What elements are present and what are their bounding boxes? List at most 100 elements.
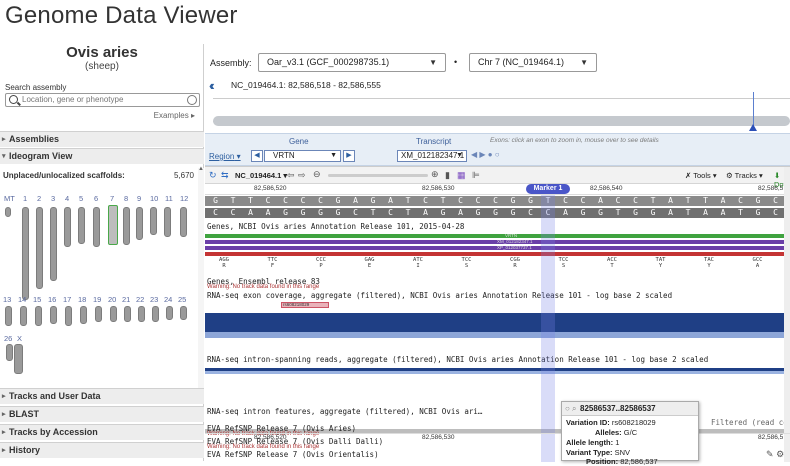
refresh-icon[interactable]: ↻ — [209, 170, 217, 181]
chromosome-11[interactable] — [164, 207, 171, 237]
chromosome-25[interactable] — [180, 306, 187, 320]
chrom-label[interactable]: 26 — [4, 334, 12, 343]
chrom-label[interactable]: 24 — [164, 295, 172, 304]
search-input[interactable]: Location, gene or phenotype — [5, 93, 200, 107]
chromosome-8[interactable] — [123, 207, 130, 245]
blast-section[interactable]: ▸ BLAST — [0, 406, 204, 422]
chrom-label[interactable]: 11 — [165, 194, 173, 203]
chrom-label[interactable]: MT — [4, 194, 15, 203]
region-menu[interactable]: Region ▾ — [209, 152, 241, 161]
assemblies-section[interactable]: ▸ Assemblies — [0, 131, 204, 147]
chrom-label[interactable]: 10 — [150, 194, 158, 203]
zoom-out-icon[interactable]: ⊖ — [313, 169, 321, 180]
chrom-label[interactable]: 3 — [51, 194, 55, 203]
chromosome-5[interactable] — [78, 207, 85, 244]
collapse-left-icon[interactable]: ‹‹ — [209, 78, 214, 93]
chrom-label[interactable]: 22 — [136, 295, 144, 304]
chromosome-21[interactable] — [124, 306, 131, 322]
tracks-menu[interactable]: ⚙ Tracks ▾ — [726, 171, 763, 180]
chromosome-15[interactable] — [35, 306, 42, 326]
chrom-label[interactable]: 15 — [33, 295, 41, 304]
tracks-by-accession-section[interactable]: ▸ Tracks by Accession — [0, 424, 204, 440]
zoom-slider[interactable] — [328, 174, 428, 177]
transcript-select[interactable]: XM_012182347.1 ▼ — [397, 150, 467, 162]
pan-left-icon[interactable]: ⇦ — [287, 170, 295, 181]
viewer-scrollbar[interactable] — [784, 167, 790, 462]
chromosome-19[interactable] — [95, 306, 102, 322]
chromosome-20[interactable] — [110, 306, 117, 322]
chrom-label-selected[interactable]: 7 — [110, 194, 114, 203]
chromosome-26[interactable] — [6, 344, 13, 361]
chromosome-10[interactable] — [150, 207, 157, 235]
assembly-select[interactable]: Oar_v3.1 (GCF_000298735.1) ▼ — [258, 53, 446, 72]
next-gene-button[interactable]: ▶ — [343, 150, 355, 162]
go-icon[interactable] — [187, 95, 197, 105]
marker-icon[interactable]: ⊫ — [472, 170, 480, 181]
chrom-label[interactable]: 25 — [178, 295, 186, 304]
zoom-to-sequence-icon[interactable]: ▮ — [445, 170, 450, 181]
chrom-label[interactable]: 9 — [137, 194, 141, 203]
chromosome-24[interactable] — [166, 306, 173, 320]
unplaced-scaffolds[interactable]: Unplaced/unlocalized scaffolds: 5,670 — [0, 169, 204, 183]
chromosome-22[interactable] — [138, 306, 145, 322]
chrom-label[interactable]: 16 — [48, 295, 56, 304]
chromosome-23[interactable] — [152, 306, 159, 322]
chrom-label[interactable]: 1 — [23, 194, 27, 203]
chrom-label[interactable]: 17 — [63, 295, 71, 304]
chrom-label[interactable]: 8 — [124, 194, 128, 203]
ideogram-scrollbar[interactable]: ▲ ▼ — [198, 166, 204, 394]
chromosome-12[interactable] — [180, 207, 187, 237]
ideogram-section[interactable]: ▾ Ideogram View — [0, 148, 204, 164]
chromosome-13[interactable] — [5, 306, 12, 326]
flip-strand-icon[interactable]: ⇆ — [221, 170, 229, 181]
chromosome-overview-bar[interactable] — [213, 116, 790, 126]
exon-nav-icons[interactable]: ◀ ▶ ● ○ — [471, 150, 500, 159]
chromosome-select[interactable]: Chr 7 (NC_019464.1) ▼ — [469, 53, 597, 72]
chromosome-16[interactable] — [50, 306, 57, 324]
grid-icon[interactable]: ▦ — [457, 170, 466, 181]
history-section[interactable]: ▸ History — [0, 442, 204, 458]
chrom-label[interactable]: 18 — [78, 295, 86, 304]
chrom-label[interactable]: 6 — [94, 194, 98, 203]
edit-icon[interactable]: ✎ — [766, 449, 774, 459]
mrna-feature[interactable]: XM_012182347.1 — [205, 239, 790, 244]
marker-1-badge[interactable]: Marker 1 — [526, 184, 570, 194]
chromosome-4[interactable] — [64, 207, 71, 247]
chrom-label[interactable]: 4 — [65, 194, 69, 203]
chromosome-3[interactable] — [50, 207, 57, 281]
chrom-label[interactable]: 13 — [3, 295, 11, 304]
prev-gene-button[interactable]: ◀ — [251, 150, 263, 162]
cds-feature[interactable]: XP_012037737.1 — [205, 245, 790, 250]
gene-feature-vrtn[interactable]: VRTN — [205, 233, 790, 238]
tools-menu[interactable]: ✗ Tools ▾ — [685, 171, 717, 180]
chrom-label[interactable]: X — [17, 334, 22, 343]
tracks-user-data-section[interactable]: ▸ Tracks and User Data — [0, 388, 204, 404]
chromosome-7-selected[interactable] — [108, 205, 118, 245]
pan-right-icon[interactable]: ⇨ — [298, 170, 306, 181]
chrom-label[interactable]: 2 — [37, 194, 41, 203]
chrom-label[interactable]: 19 — [93, 295, 101, 304]
chromosome-6[interactable] — [93, 207, 100, 247]
gene-select[interactable]: VRTN ▼ — [264, 150, 341, 162]
chromosome-17[interactable] — [65, 306, 72, 326]
chrom-label[interactable]: 23 — [150, 295, 158, 304]
chrom-label[interactable]: 21 — [122, 295, 130, 304]
examples-link[interactable]: Examples ▸ — [154, 111, 195, 120]
chrom-label[interactable]: 20 — [108, 295, 116, 304]
zoom-in-icon[interactable]: ⊕ — [431, 169, 439, 180]
rnaseq-exon-coverage[interactable] — [205, 313, 790, 332]
chromosome-2[interactable] — [36, 207, 43, 289]
chromosome-18[interactable] — [80, 306, 87, 324]
chrom-label[interactable]: 12 — [180, 194, 188, 203]
chrom-label[interactable]: 14 — [18, 295, 26, 304]
translation-feature[interactable] — [205, 252, 790, 256]
chromosome-x[interactable] — [14, 344, 23, 374]
chrom-label[interactable]: 5 — [79, 194, 83, 203]
tooltip-pin-icon[interactable]: ○ ⌕ — [565, 402, 577, 416]
chromosome-14[interactable] — [20, 306, 27, 326]
chromosome-mt[interactable] — [5, 207, 11, 217]
chromosome-9[interactable] — [136, 207, 143, 240]
settings-icon[interactable]: ⚙ — [776, 449, 784, 459]
chromosome-1[interactable] — [22, 207, 29, 300]
scroll-up-icon[interactable]: ▲ — [198, 166, 204, 172]
